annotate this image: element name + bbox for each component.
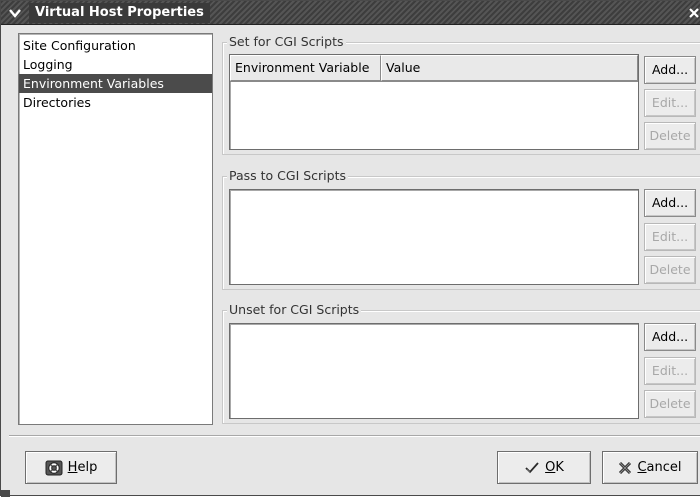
close-icon bbox=[689, 8, 699, 18]
ok-button[interactable]: OK bbox=[497, 451, 591, 484]
category-item-directories[interactable]: Directories bbox=[19, 93, 212, 112]
unset-delete-button[interactable]: Delete bbox=[644, 390, 696, 418]
lifebuoy-icon bbox=[45, 460, 63, 475]
pass-add-button[interactable]: Add... bbox=[644, 189, 696, 217]
column-header-value[interactable]: Value bbox=[381, 55, 638, 81]
category-item-logging[interactable]: Logging bbox=[19, 55, 212, 74]
help-label: Help bbox=[67, 460, 98, 475]
dialog-separator bbox=[9, 435, 700, 437]
category-item-environment-variables[interactable]: Environment Variables bbox=[19, 74, 212, 93]
category-item-site-configuration[interactable]: Site Configuration bbox=[19, 36, 212, 55]
window-title: Virtual Host Properties bbox=[29, 3, 210, 23]
pass-edit-button[interactable]: Edit... bbox=[644, 223, 696, 251]
category-list[interactable]: Site Configuration Logging Environment V… bbox=[18, 33, 213, 425]
set-add-button[interactable]: Add... bbox=[644, 56, 696, 84]
close-button[interactable] bbox=[687, 5, 700, 21]
help-button[interactable]: Help bbox=[25, 451, 117, 484]
virtual-host-properties-dialog: Virtual Host Properties Site Configurati… bbox=[0, 0, 700, 497]
ok-label: OK bbox=[545, 460, 564, 475]
unset-for-cgi-list[interactable] bbox=[229, 323, 639, 419]
cancel-label: Cancel bbox=[637, 460, 682, 475]
chevron-down-icon bbox=[9, 9, 21, 18]
checkmark-icon bbox=[525, 461, 539, 473]
cancel-button[interactable]: Cancel bbox=[602, 451, 698, 484]
set-for-cgi-table[interactable]: Environment Variable Value bbox=[229, 54, 639, 150]
set-edit-button[interactable]: Edit... bbox=[644, 89, 696, 117]
column-header-environment-variable[interactable]: Environment Variable bbox=[230, 55, 381, 81]
pass-delete-button[interactable]: Delete bbox=[644, 256, 696, 284]
window-menu-button[interactable] bbox=[7, 5, 23, 21]
title-bar[interactable]: Virtual Host Properties bbox=[1, 1, 700, 25]
unset-add-button[interactable]: Add... bbox=[644, 323, 696, 351]
unset-edit-button[interactable]: Edit... bbox=[644, 357, 696, 385]
pass-to-cgi-label: Pass to CGI Scripts bbox=[227, 168, 348, 184]
set-for-cgi-label: Set for CGI Scripts bbox=[227, 34, 346, 50]
x-icon bbox=[619, 461, 632, 474]
set-delete-button[interactable]: Delete bbox=[644, 122, 696, 150]
unset-for-cgi-label: Unset for CGI Scripts bbox=[227, 302, 362, 318]
table-header: Environment Variable Value bbox=[230, 55, 638, 82]
pass-to-cgi-list[interactable] bbox=[229, 189, 639, 285]
